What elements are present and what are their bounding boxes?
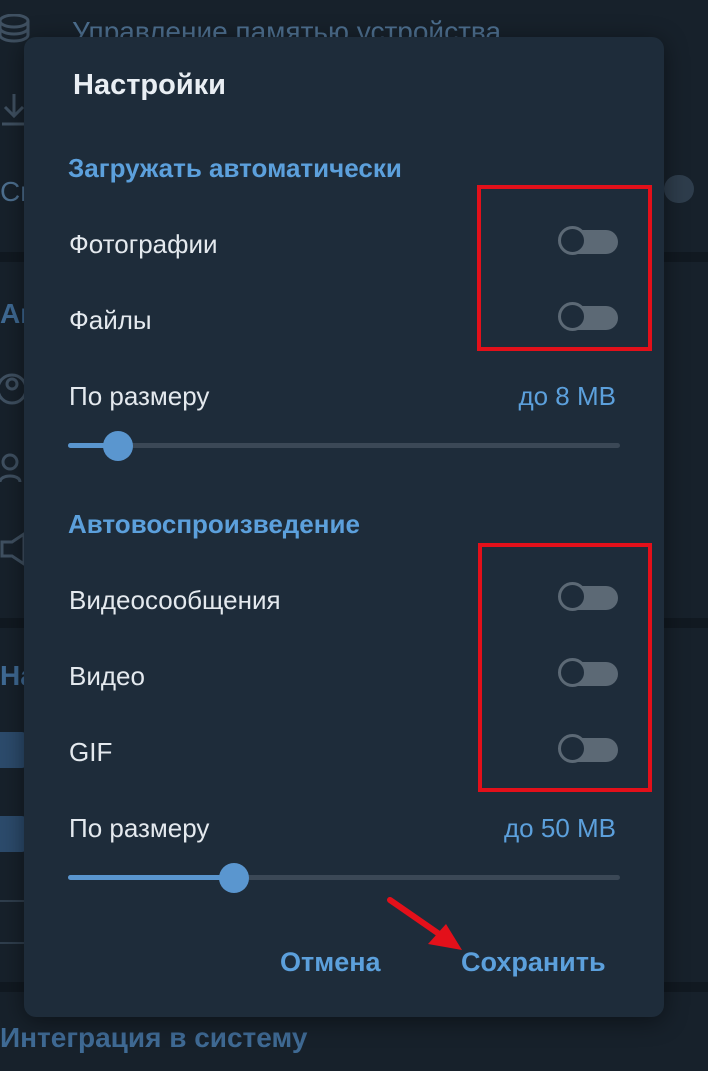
download-size-label: По размеру: [69, 381, 210, 411]
checkbox-checked[interactable]: [0, 732, 26, 768]
autoload-settings-dialog: Настройки Загружать автоматически Фотогр…: [24, 37, 664, 1017]
files-toggle[interactable]: [558, 302, 618, 332]
video-messages-toggle[interactable]: [558, 582, 618, 612]
photos-toggle[interactable]: [558, 226, 618, 256]
contacts-icon: [0, 452, 26, 491]
video-toggle[interactable]: [558, 658, 618, 688]
megaphone-icon: [0, 531, 26, 573]
dialog-title: Настройки: [73, 69, 227, 101]
slider-thumb[interactable]: [102, 431, 133, 461]
cancel-button[interactable]: Отмена: [280, 947, 381, 978]
integration-section-title: Интеграция в систему: [0, 1022, 308, 1053]
gif-label: GIF: [69, 737, 113, 767]
photos-label: Фотографии: [69, 229, 218, 259]
autoplay-size-value: до 50 MB: [504, 813, 616, 843]
gif-toggle[interactable]: [558, 734, 618, 764]
autoplay-header: Автовоспроизведение: [68, 509, 360, 539]
account-icon: [0, 370, 28, 413]
autodownload-header: Загружать автоматически: [68, 153, 402, 183]
autoplay-size-slider[interactable]: [68, 863, 620, 893]
save-button[interactable]: Сохранить: [461, 947, 606, 978]
video-messages-label: Видеосообщения: [69, 585, 281, 615]
checkbox-checked[interactable]: [0, 816, 26, 852]
download-size-value: до 8 MB: [518, 381, 616, 411]
video-label: Видео: [69, 661, 145, 691]
download-size-slider[interactable]: [68, 431, 620, 461]
background-toggle[interactable]: [664, 175, 694, 203]
autoplay-size-label: По размеру: [69, 813, 210, 843]
slider-thumb[interactable]: [218, 863, 249, 893]
files-label: Файлы: [69, 305, 152, 335]
